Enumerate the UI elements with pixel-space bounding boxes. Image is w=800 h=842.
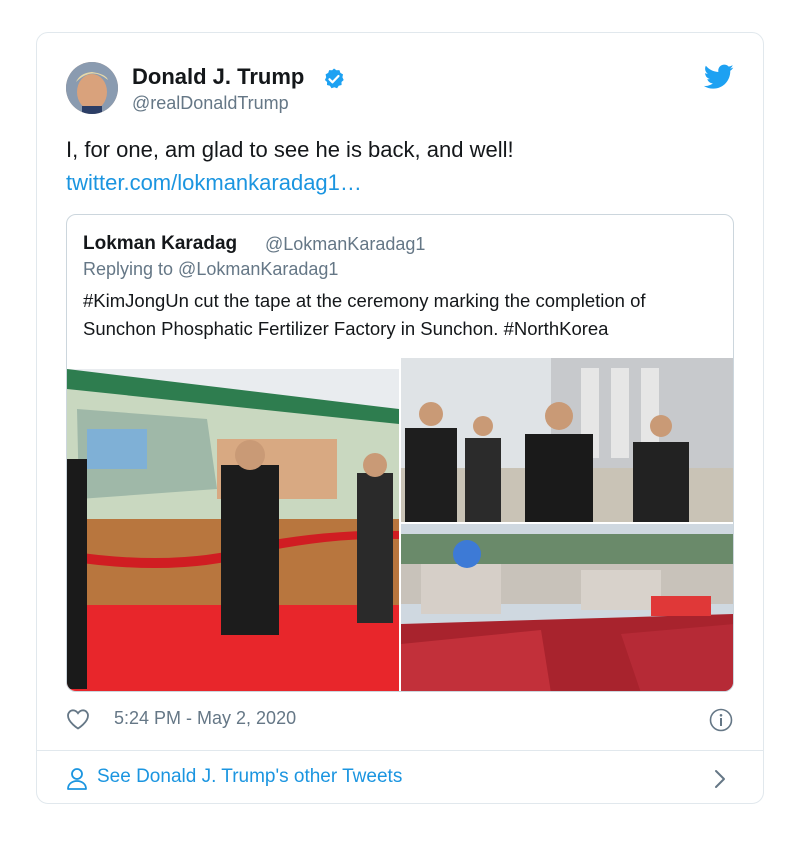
tweet-link[interactable]: twitter.com/lokmankaradag1… xyxy=(66,170,362,196)
verified-badge-icon xyxy=(324,68,344,89)
tweet-timestamp[interactable]: 5:24 PM - May 2, 2020 xyxy=(114,708,296,729)
info-icon[interactable] xyxy=(709,708,733,732)
footer-divider xyxy=(36,750,764,751)
quoted-tweet-text: #KimJongUn cut the tape at the ceremony … xyxy=(83,290,646,339)
see-other-tweets-label: See Donald J. Trump's other Tweets xyxy=(97,766,403,787)
see-other-tweets-link[interactable]: See Donald J. Trump's other Tweets xyxy=(66,766,736,792)
quoted-author-handle: @LokmanKaradag1 xyxy=(265,234,426,254)
author-handle[interactable]: @realDonaldTrump xyxy=(132,93,289,114)
photo-crowd-aerial[interactable] xyxy=(401,524,733,691)
person-icon xyxy=(67,768,87,790)
quoted-tweet[interactable]: Lokman Karadag @LokmanKaradag1 Replying … xyxy=(66,214,734,692)
heart-icon[interactable] xyxy=(66,708,90,730)
author-avatar[interactable] xyxy=(66,62,118,114)
photo-factory-group[interactable] xyxy=(401,358,733,522)
quoted-author-name: Lokman Karadag xyxy=(83,233,238,254)
photo-ribbon-cutting[interactable] xyxy=(67,369,399,691)
author-name[interactable]: Donald J. Trump xyxy=(132,64,304,90)
twitter-bird-icon[interactable] xyxy=(704,64,734,90)
chevron-right-icon xyxy=(715,770,725,788)
quoted-reply-context: Replying to @LokmanKaradag1 xyxy=(83,259,339,279)
tweet-text: I, for one, am glad to see he is back, a… xyxy=(66,137,514,162)
